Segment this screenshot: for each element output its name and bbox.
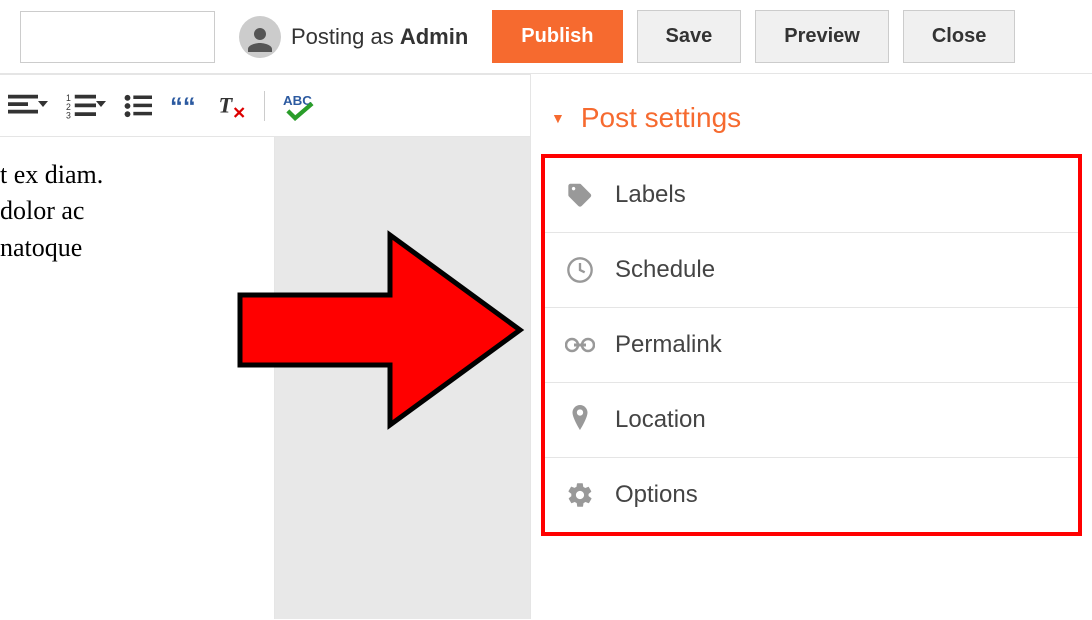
settings-label: Location [615,406,706,434]
quote-icon[interactable]: ““ [170,93,198,119]
settings-label: Options [615,481,698,509]
posting-as-label: Posting as Admin [291,24,468,50]
align-icon[interactable] [8,93,48,119]
settings-label: Schedule [615,256,715,284]
content-line: t ex diam. [0,157,264,193]
settings-panel: Labels Schedule Permalink [541,154,1082,536]
post-settings-header[interactable]: ▼ Post settings [531,92,1092,154]
tag-icon [565,180,595,210]
svg-text:✕: ✕ [232,104,246,120]
avatar [239,16,281,58]
settings-item-permalink[interactable]: Permalink [545,308,1078,383]
toolbar-separator [264,91,265,121]
numbered-list-icon[interactable]: 123 [66,93,106,119]
gear-icon [565,480,595,510]
close-button[interactable]: Close [903,10,1015,63]
svg-text:T: T [219,92,234,117]
toolbar: 123 ““ T✕ ABC [0,75,530,137]
publish-button[interactable]: Publish [492,10,622,63]
post-title-input[interactable] [20,11,215,63]
settings-item-options[interactable]: Options [545,458,1078,532]
collapse-icon: ▼ [551,110,565,126]
posting-as-section: Posting as Admin [239,16,468,58]
header-bar: Posting as Admin Publish Save Preview Cl… [0,0,1092,74]
sidebar: ▼ Post settings Labels Schedule [530,74,1092,619]
clock-icon [565,255,595,285]
settings-label: Permalink [615,331,722,359]
settings-item-labels[interactable]: Labels [545,158,1078,233]
annotation-arrow [220,215,530,450]
location-pin-icon [565,405,595,435]
main-area: 123 ““ T✕ ABC t ex diam. dolor ac natoqu… [0,74,1092,619]
spellcheck-icon[interactable]: ABC [283,91,317,121]
svg-text:““: ““ [170,93,196,119]
link-icon [565,330,595,360]
post-settings-title: Post settings [581,102,741,134]
bullet-list-icon[interactable] [124,93,152,119]
preview-button[interactable]: Preview [755,10,889,63]
save-button[interactable]: Save [637,10,742,63]
settings-item-location[interactable]: Location [545,383,1078,458]
settings-item-schedule[interactable]: Schedule [545,233,1078,308]
settings-label: Labels [615,181,686,209]
svg-text:3: 3 [66,110,71,119]
remove-format-icon[interactable]: T✕ [216,92,246,120]
